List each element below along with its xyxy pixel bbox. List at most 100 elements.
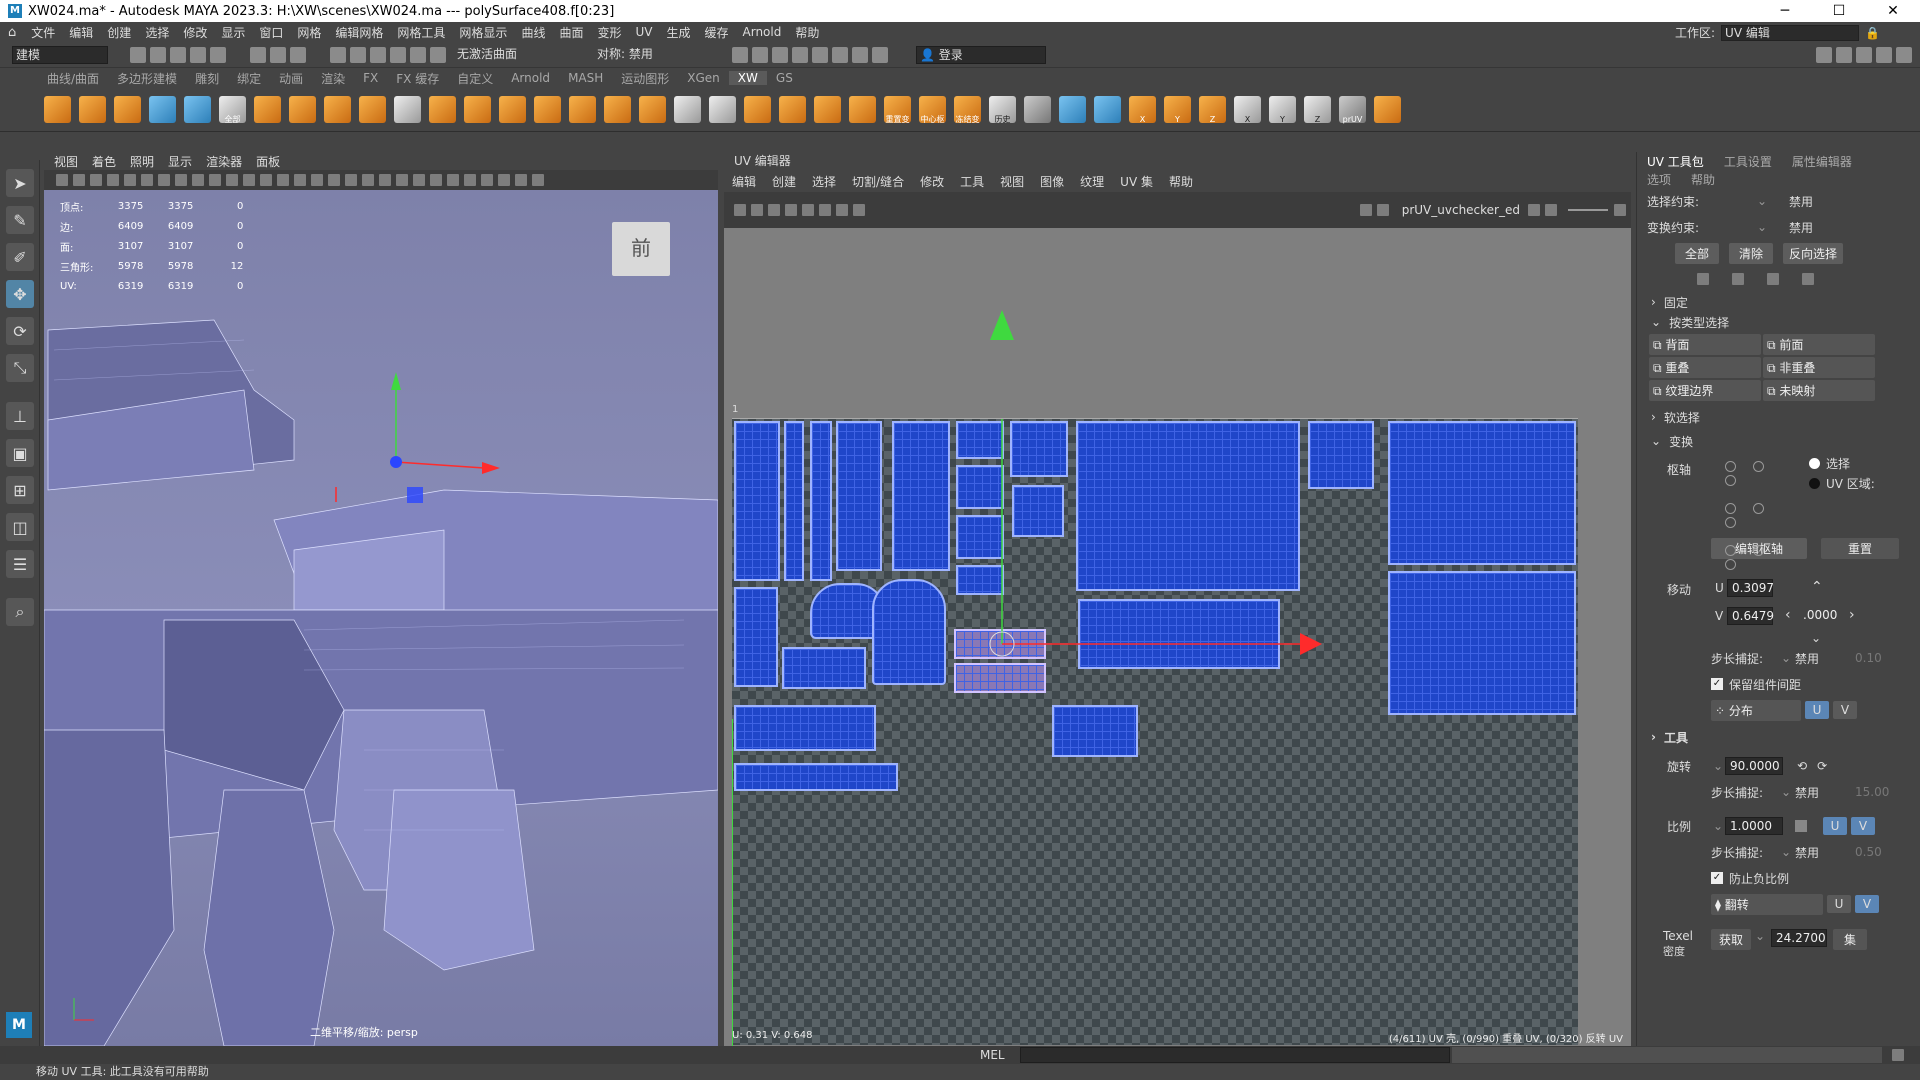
distribute-v-button[interactable]: V (1833, 701, 1857, 719)
pause-icon[interactable] (872, 46, 888, 63)
uv-menu-create[interactable]: 创建 (772, 173, 796, 190)
pruv-icon[interactable]: prUV (1339, 96, 1366, 124)
crease-icon[interactable] (814, 96, 841, 123)
append-icon[interactable] (744, 96, 771, 123)
move-u-field[interactable]: 0.3097 (1727, 579, 1774, 597)
uv-checker-toggle-icon[interactable] (802, 204, 814, 216)
modeling-toolkit-icon[interactable] (1816, 46, 1832, 63)
shelf-tab-rigging[interactable]: 绑定 (228, 70, 270, 87)
uv-menu-help[interactable]: 帮助 (1169, 173, 1193, 190)
shelf-tab-sculpt[interactable]: 雕刻 (186, 70, 228, 87)
scale-u-button[interactable]: U (1823, 817, 1847, 835)
texture-settings-icon[interactable] (1545, 204, 1557, 216)
close-button[interactable]: ✕ (1866, 0, 1920, 22)
reset-pivot-button[interactable]: 重置 (1821, 537, 1899, 559)
select-unmapped-button[interactable]: ⧉ 未映射 (1763, 380, 1875, 401)
shelf-tab-gs[interactable]: GS (767, 71, 802, 85)
freeze-transform-icon[interactable]: 冻结变 (954, 96, 981, 124)
transform-constraint-dropdown[interactable]: 禁用 (1789, 219, 1813, 236)
viewport-menu-renderer[interactable]: 渲染器 (206, 153, 242, 170)
menu-item-arnold[interactable]: Arnold (736, 25, 789, 39)
shelf-tab-poly[interactable]: 多边形建模 (108, 70, 186, 87)
snap-plane-icon[interactable] (390, 46, 406, 63)
merge-icon[interactable] (464, 96, 491, 123)
slide-edge-icon[interactable] (779, 96, 806, 123)
texture-refresh-icon[interactable] (1528, 204, 1540, 216)
screen-ao-icon[interactable] (396, 174, 408, 186)
move-step-snap-dropdown[interactable]: 禁用 (1795, 650, 1855, 667)
menu-item-edit-mesh[interactable]: 编辑网格 (328, 24, 390, 41)
snap-curve-icon[interactable] (350, 46, 366, 63)
save-scene-icon[interactable] (170, 46, 186, 63)
pivot-selection-radio[interactable] (1809, 458, 1820, 469)
rotate-cw-icon[interactable]: ⟳ (1817, 759, 1827, 773)
multicut-icon[interactable] (534, 96, 561, 123)
rotate-tool-icon[interactable]: ⟳ (6, 317, 34, 345)
keep-spacing-checkbox[interactable]: ✓ (1711, 678, 1723, 690)
uv-texture-borders-icon[interactable] (785, 204, 797, 216)
ipr-render-icon[interactable] (772, 46, 788, 63)
texel-get-button[interactable]: 获取 (1711, 929, 1751, 950)
symmetry-dropdown[interactable]: 对称: 禁用 (594, 45, 704, 64)
camera-attr-icon[interactable] (73, 174, 85, 186)
uv-menu-view[interactable]: 视图 (1000, 173, 1024, 190)
shrink-selection-icon[interactable] (1732, 273, 1744, 285)
menu-item-cache[interactable]: 缓存 (698, 24, 736, 41)
selection-constraint-dropdown[interactable]: 禁用 (1789, 193, 1813, 210)
3d-viewport[interactable] (44, 190, 718, 1046)
triangulate-icon[interactable] (849, 96, 876, 123)
shelf-tab-mash[interactable]: MASH (559, 71, 612, 85)
menu-set-dropdown[interactable]: 建模 (12, 45, 108, 64)
section-select-by-type[interactable]: ⌄ 按类型选择 (1637, 312, 1920, 332)
grid-icon[interactable] (158, 174, 170, 186)
reset-transform-icon[interactable]: 重置变 (884, 96, 911, 124)
uv-checker-icon[interactable] (1094, 96, 1121, 123)
uv-0-1-tile[interactable] (732, 418, 1578, 1046)
smooth-shade-icon[interactable] (294, 174, 306, 186)
textured-icon[interactable] (345, 174, 357, 186)
texel-density-field[interactable]: 24.2700 (1771, 929, 1827, 947)
shelf-tab-custom[interactable]: 自定义 (448, 70, 502, 87)
rotate-field[interactable]: 90.0000 (1725, 757, 1783, 775)
select-frontfacing-button[interactable]: ⧉ 前面 (1763, 334, 1875, 355)
flip-u-button[interactable]: U (1827, 895, 1851, 913)
shadows-icon[interactable] (379, 174, 391, 186)
select-nonoverlapping-button[interactable]: ⧉ 非重叠 (1763, 357, 1875, 378)
uv-menu-tools[interactable]: 工具 (960, 173, 984, 190)
poly-plane-icon[interactable] (149, 96, 176, 123)
move-tool-icon[interactable]: ✥ (6, 280, 34, 308)
xray-icon[interactable] (481, 174, 493, 186)
viewport-menu-panels[interactable]: 面板 (256, 153, 280, 170)
invert-selection-button[interactable]: 反向选择 (1783, 242, 1843, 264)
smooth-icon[interactable] (639, 96, 666, 123)
axis-icon[interactable]: ⊥ (6, 402, 34, 430)
section-transform[interactable]: ⌄ 变换 (1637, 431, 1920, 451)
snap-surface-icon[interactable] (410, 46, 426, 63)
poly-cylinder-icon[interactable] (114, 96, 141, 123)
mirror-x-icon[interactable]: X (1129, 96, 1156, 124)
section-pin[interactable]: › 固定 (1637, 292, 1920, 312)
section-tools[interactable]: › 工具 (1637, 727, 1920, 747)
shelf-tab-xw[interactable]: XW (728, 71, 767, 85)
scale-field[interactable]: 1.0000 (1725, 817, 1783, 835)
film-gate-icon[interactable] (175, 174, 187, 186)
open-scene-icon[interactable] (150, 46, 166, 63)
anti-alias-icon[interactable] (430, 174, 442, 186)
menu-item-surfaces[interactable]: 曲面 (552, 24, 590, 41)
shelf-tab-fx-cache[interactable]: FX 缓存 (387, 70, 448, 87)
uv-snapshot-icon[interactable] (853, 204, 865, 216)
distribute-u-button[interactable]: U (1805, 701, 1829, 719)
uv-menu-image[interactable]: 图像 (1040, 173, 1064, 190)
uv-menu-edit[interactable]: 编辑 (732, 173, 756, 190)
move-v-field[interactable]: 0.6479 (1727, 607, 1774, 625)
lock-icon[interactable]: 🔒 (1865, 26, 1880, 40)
select-tool-icon[interactable]: ➤ (6, 169, 34, 197)
wireframe-on-shaded-icon[interactable] (328, 174, 340, 186)
live-surface-field[interactable]: 无激活曲面 (454, 45, 554, 64)
channel-box-icon[interactable] (1896, 46, 1912, 63)
depth-of-field-icon[interactable] (447, 174, 459, 186)
snap-point-icon[interactable] (370, 46, 386, 63)
select-texture-borders-button[interactable]: ⧉ 纹理边界 (1649, 380, 1761, 401)
clear-selection-button[interactable]: 清除 (1729, 242, 1773, 264)
texture-dropdown[interactable]: prUV_uvchecker_ed (1402, 203, 1520, 217)
